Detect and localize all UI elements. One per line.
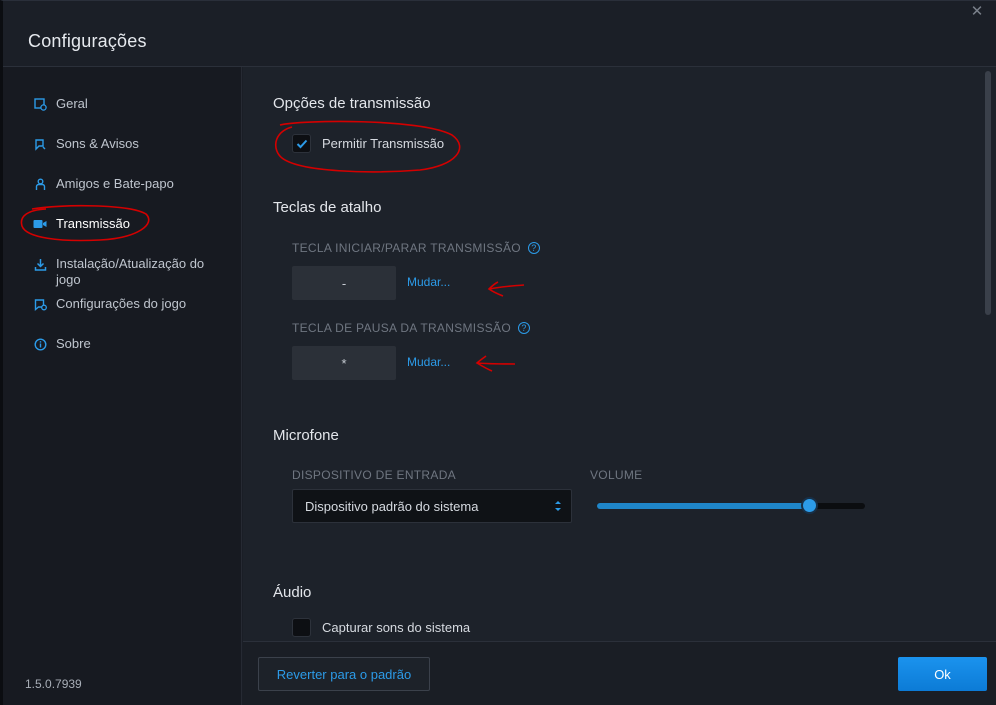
sidebar-item-transmissao[interactable]: Transmissão [33, 216, 226, 232]
sidebar-item-geral[interactable]: Geral [33, 96, 226, 112]
camera-icon [33, 217, 47, 231]
pause-hotkey-label: TECLA DE PAUSA DA TRANSMISSÃO? [292, 321, 530, 335]
slider-thumb[interactable] [802, 499, 816, 512]
settings-icon [33, 97, 47, 111]
friends-icon [33, 177, 47, 191]
volume-slider[interactable] [597, 499, 865, 512]
microphone-title: Microfone [273, 427, 339, 444]
download-icon [33, 257, 47, 271]
checkbox-box[interactable] [292, 134, 311, 153]
hotkeys-title: Teclas de atalho [273, 199, 382, 216]
sidebar-item-label: Instalação/Atualização do jogo [56, 256, 205, 287]
window-title: Configurações [28, 31, 147, 51]
sidebar-item-label: Sons & Avisos [56, 136, 139, 151]
settings-content: Opções de transmissão Permitir Transmiss… [243, 67, 996, 641]
input-device-label: DISPOSITIVO DE ENTRADA [292, 468, 456, 482]
help-icon[interactable]: ? [527, 242, 540, 254]
title-bar: Configurações ✕ [3, 1, 996, 67]
close-icon[interactable]: ✕ [968, 3, 986, 21]
sidebar: Geral Sons & Avisos Amigos e Bate-papo T… [3, 67, 242, 705]
sidebar-item-sons[interactable]: Sons & Avisos [33, 136, 226, 152]
version-label: 1.5.0.7939 [25, 677, 82, 691]
info-icon [33, 337, 47, 351]
start-stop-hotkey-text: TECLA INICIAR/PARAR TRANSMISSÃO [292, 241, 521, 255]
allow-broadcast-label: Permitir Transmissão [322, 136, 445, 151]
volume-label: VOLUME [590, 468, 643, 482]
sidebar-item-sobre[interactable]: Sobre [33, 336, 226, 352]
sidebar-item-label: Amigos e Bate-papo [56, 176, 174, 191]
sidebar-item-label: Geral [56, 96, 88, 111]
capture-system-sounds-checkbox[interactable]: Capturar sons do sistema [292, 618, 470, 637]
sidebar-item-label: Sobre [56, 336, 91, 351]
start-stop-hotkey-label: TECLA INICIAR/PARAR TRANSMISSÃO? [292, 241, 540, 255]
pause-hotkey-text: TECLA DE PAUSA DA TRANSMISSÃO [292, 321, 511, 335]
game-settings-icon [33, 297, 47, 311]
sidebar-item-label: Transmissão [56, 216, 130, 231]
sidebar-item-amigos[interactable]: Amigos e Bate-papo [33, 176, 226, 192]
pause-key-field[interactable]: * [292, 346, 396, 380]
audio-title: Áudio [273, 584, 312, 601]
broadcast-options-title: Opções de transmissão [273, 95, 431, 112]
ok-button[interactable]: Ok [898, 657, 987, 691]
sidebar-item-instalacao[interactable]: Instalação/Atualização do jogo [33, 256, 226, 288]
change-pause-link[interactable]: Mudar... [407, 355, 450, 369]
slider-fill [597, 503, 809, 509]
capture-system-sounds-label: Capturar sons do sistema [322, 620, 471, 635]
select-arrows-icon [555, 501, 561, 511]
sidebar-item-config-jogo[interactable]: Configurações do jogo [33, 296, 226, 312]
reset-defaults-button[interactable]: Reverter para o padrão [258, 657, 430, 691]
start-stop-key-field[interactable]: - [292, 266, 396, 300]
check-icon [296, 139, 307, 148]
allow-broadcast-checkbox[interactable]: Permitir Transmissão [292, 134, 444, 153]
sound-icon [33, 137, 47, 151]
input-device-select[interactable]: Dispositivo padrão do sistema [292, 489, 572, 523]
checkbox-box[interactable] [292, 618, 311, 637]
help-icon[interactable]: ? [518, 322, 530, 334]
input-device-value: Dispositivo padrão do sistema [305, 498, 479, 514]
change-start-stop-link[interactable]: Mudar... [407, 275, 450, 289]
scrollbar[interactable] [985, 71, 991, 315]
settings-window: Configurações ✕ Geral Sons & Avisos Amig… [0, 0, 996, 705]
sidebar-item-label: Configurações do jogo [56, 296, 187, 311]
footer: Reverter para o padrão Ok [243, 641, 996, 705]
